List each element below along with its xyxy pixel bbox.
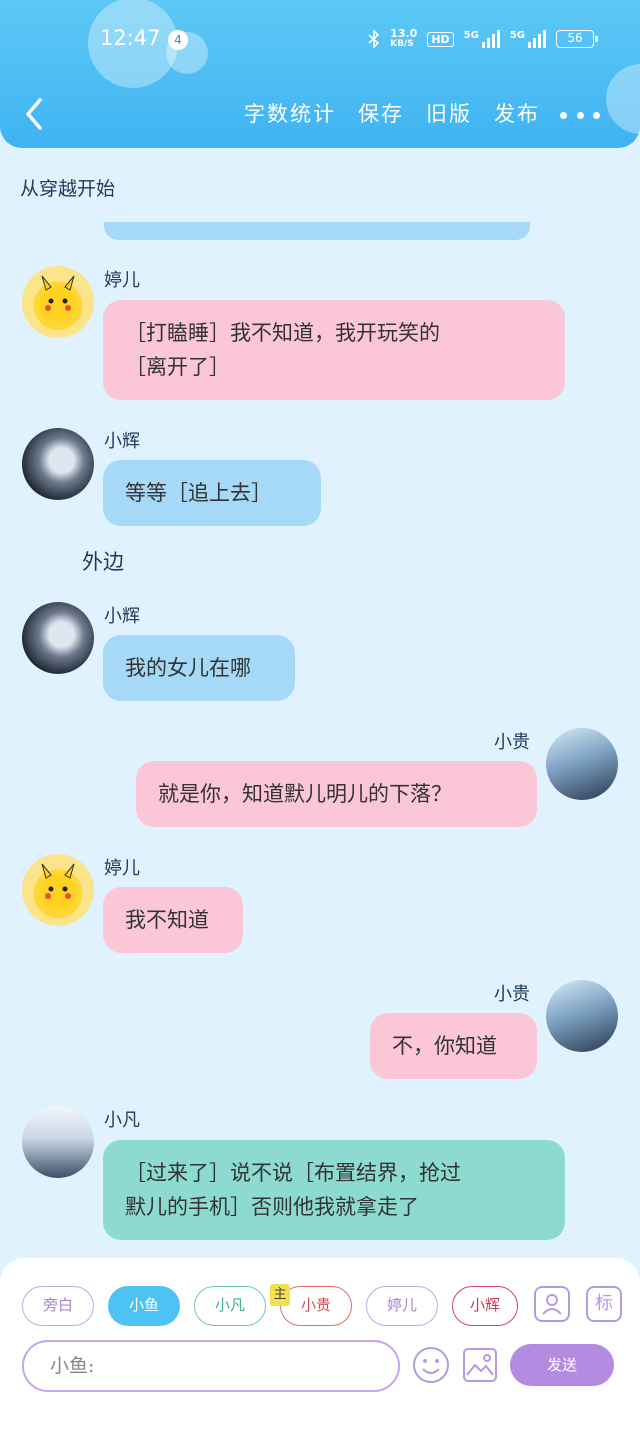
nav-bar: 字数统计 保存 旧版 发布	[0, 90, 640, 140]
pikachu-icon	[40, 275, 76, 322]
pikachu-avatar[interactable]	[22, 854, 94, 926]
sender-name: 小凡	[104, 1110, 140, 1131]
message-bubble: 就是你，知道默儿明儿的下落？	[136, 761, 537, 827]
status-bar: 12:47 4 13.0 KB/S HD 5G 5G 56	[0, 22, 640, 62]
message-input[interactable]: 小鱼:	[22, 1340, 400, 1392]
dark-boy-avatar[interactable]	[22, 428, 94, 500]
story-title: 从穿越开始	[20, 178, 116, 200]
person-card-icon[interactable]	[534, 1286, 570, 1322]
sender-name: 小辉	[104, 431, 140, 452]
old-version-button[interactable]: 旧版	[426, 98, 472, 128]
status-icons: 13.0 KB/S HD 5G 5G 56	[368, 28, 598, 50]
net-speed-value: 13.0	[390, 27, 418, 40]
character-chip[interactable]: 婷儿	[366, 1286, 438, 1326]
message-line: 我的女儿在哪	[125, 656, 251, 680]
bluetooth-icon	[368, 30, 380, 48]
publish-button[interactable]: 发布	[494, 98, 540, 128]
character-chip-narrator[interactable]: 旁白	[22, 1286, 94, 1326]
partial-message-bubble	[104, 222, 530, 240]
emoji-icon[interactable]	[412, 1346, 450, 1384]
fan-avatar[interactable]	[22, 1106, 94, 1178]
character-chip[interactable]: 小辉	[452, 1286, 518, 1326]
message-line: ［离开了］	[125, 355, 230, 379]
top-header: 12:47 4 13.0 KB/S HD 5G 5G 56 字数统计 保存 旧版	[0, 0, 640, 148]
send-button[interactable]: 发送	[510, 1344, 614, 1386]
more-icon[interactable]	[560, 100, 600, 130]
save-button[interactable]: 保存	[358, 98, 404, 128]
boy-avatar[interactable]	[546, 728, 618, 800]
message-bubble: 我不知道	[103, 887, 243, 953]
net-speed-unit: KB/S	[390, 39, 414, 49]
message-bubble: ［打瞌睡］我不知道，我开玩笑的 ［离开了］	[103, 300, 565, 400]
message-line: 等等［追上去］	[125, 481, 272, 505]
message-line: ［过来了］说不说［布置结界，抢过	[125, 1161, 461, 1185]
back-arrow-icon[interactable]	[18, 94, 54, 134]
message-bubble: 我的女儿在哪	[103, 635, 295, 701]
message-bubble: 等等［追上去］	[103, 460, 321, 526]
message-line: ［打瞌睡］我不知道，我开玩笑的	[125, 321, 440, 345]
signal-label: 5G	[509, 30, 525, 41]
message-line: 我不知道	[125, 908, 209, 932]
toolbar-actions: 字数统计 保存 旧版 发布	[244, 98, 540, 128]
message-bubble: 不，你知道	[370, 1013, 537, 1079]
pikachu-avatar[interactable]	[22, 266, 94, 338]
message-line: 就是你，知道默儿明儿的下落？	[158, 782, 452, 806]
battery-icon: 56	[556, 30, 598, 48]
image-icon[interactable]	[462, 1347, 498, 1383]
clock: 12:47	[100, 26, 161, 50]
tag-button[interactable]: 标	[586, 1286, 622, 1322]
narration-text: 外边	[82, 550, 124, 574]
signal-label: 5G	[463, 30, 479, 41]
message-bubble: ［过来了］说不说［布置结界，抢过 默儿的手机］否则他我就拿走了	[103, 1140, 565, 1240]
word-count-button[interactable]: 字数统计	[244, 98, 336, 128]
character-chip[interactable]: 小贵	[280, 1286, 352, 1326]
boy-avatar[interactable]	[546, 980, 618, 1052]
net-speed: 13.0 KB/S	[390, 28, 417, 50]
hd-badge: HD	[427, 31, 454, 47]
dark-boy-avatar[interactable]	[22, 602, 94, 674]
character-chip[interactable]: 小凡	[194, 1286, 266, 1326]
message-line: 默儿的手机］否则他我就拿走了	[125, 1195, 419, 1219]
notification-count: 4	[168, 30, 188, 50]
sender-name: 婷儿	[104, 270, 140, 291]
input-panel: 旁白 小鱼 小凡 小贵 主 婷儿 小辉 标 小鱼: 发送	[0, 1258, 640, 1429]
signal-icon: 5G	[510, 30, 546, 48]
main-character-badge: 主	[270, 1284, 290, 1306]
sender-name: 婷儿	[104, 858, 140, 879]
signal-icon: 5G	[464, 30, 500, 48]
sender-name: 小贵	[494, 732, 530, 753]
message-line: 不，你知道	[392, 1034, 497, 1058]
character-chip-selected[interactable]: 小鱼	[108, 1286, 180, 1326]
sender-name: 小辉	[104, 606, 140, 627]
sender-name: 小贵	[494, 984, 530, 1005]
pikachu-icon	[40, 863, 76, 910]
